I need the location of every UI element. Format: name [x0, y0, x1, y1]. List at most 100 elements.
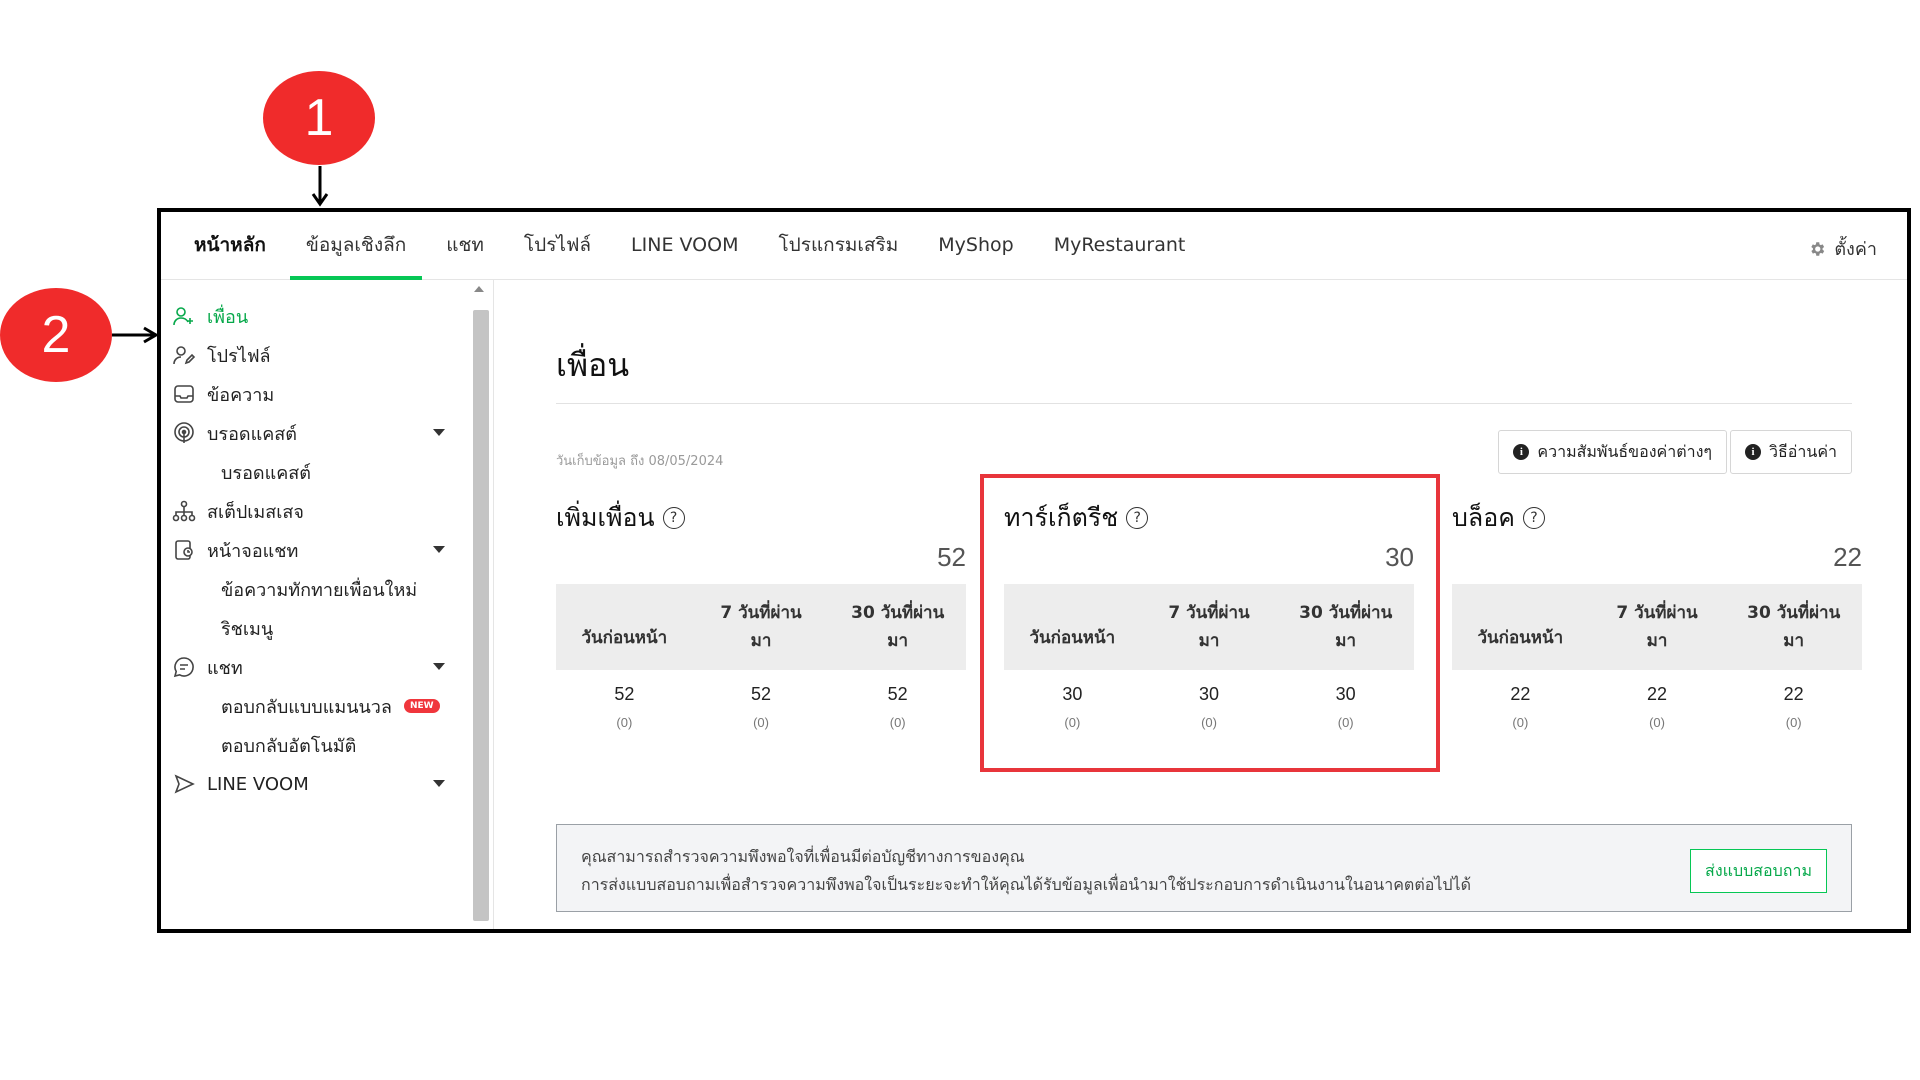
sidebar: เพื่อน โปรไฟล์ ข้อความ บรอดแคสต์ บรอดแคส… — [161, 280, 494, 929]
value-change: (0) — [1512, 715, 1529, 730]
header-line: มา — [750, 631, 772, 651]
chat-icon — [171, 654, 197, 680]
header-line: 7 วันที่ผ่าน — [720, 603, 802, 623]
survey-text: คุณสามารถสำรวจความพึงพอใจที่เพื่อนมีต่อบ… — [581, 843, 1471, 899]
sidebar-item-label: บรอดแคสต์ — [207, 423, 297, 445]
sidebar-item-label: ตอบกลับอัตโนมัติ — [221, 735, 357, 757]
tab-insights[interactable]: ข้อมูลเชิงลึก — [286, 212, 426, 280]
header-line: 7 วันที่ผ่าน — [1616, 603, 1698, 623]
tab-profile[interactable]: โปรไฟล์ — [504, 212, 611, 279]
send-survey-button[interactable]: ส่งแบบสอบถาม — [1690, 849, 1827, 893]
header-label: 7 วันที่ผ่าน มา — [1616, 599, 1697, 655]
header-30-days: 30 วันที่ผ่านมา — [829, 584, 966, 670]
value-number: 22 — [1646, 684, 1668, 704]
value-change: (0) — [616, 715, 633, 730]
target-reach-highlight-box — [980, 474, 1440, 772]
callout-number-1: 1 — [263, 71, 375, 165]
tab-home[interactable]: หน้าหลัก — [174, 212, 286, 279]
chat-screen-icon — [171, 537, 197, 563]
chevron-down-icon[interactable] — [433, 780, 445, 787]
header-7-days: 7 วันที่ผ่านมา — [693, 584, 830, 670]
sidebar-scrollbar[interactable] — [473, 310, 489, 921]
sidebar-item-messages[interactable]: ข้อความ — [171, 374, 453, 414]
tab-line-voom[interactable]: LINE VOOM — [611, 212, 758, 279]
sidebar-item-line-voom[interactable]: LINE VOOM — [171, 764, 453, 804]
sidebar-item-label: บรอดแคสต์ — [221, 462, 311, 484]
sidebar-subitem-auto-reply[interactable]: ตอบกลับอัตโนมัติ — [171, 725, 453, 765]
value-number: 52 — [887, 684, 908, 704]
callout-1-arrow — [311, 166, 329, 207]
chevron-down-icon[interactable] — [433, 546, 445, 553]
relation-button[interactable]: i ความสัมพันธ์ของค่าต่างๆ — [1498, 430, 1727, 474]
chevron-down-icon[interactable] — [433, 663, 445, 670]
sidebar-item-profile[interactable]: โปรไฟล์ — [171, 335, 453, 375]
sidebar-item-label: ข้อความทักทายเพื่อนใหม่ — [221, 579, 418, 601]
header-line: 30 วันที่ผ่าน — [851, 603, 945, 623]
survey-banner: คุณสามารถสำรวจความพึงพอใจที่เพื่อนมีต่อบ… — [556, 824, 1852, 912]
help-icon[interactable]: ? — [1522, 507, 1545, 529]
sidebar-item-chat-screen[interactable]: หน้าจอแชท — [171, 530, 453, 570]
page-title: เพื่อน — [556, 346, 630, 384]
how-to-read-button-label: วิธีอ่านค่า — [1769, 441, 1837, 461]
tab-myshop[interactable]: MyShop — [918, 212, 1033, 279]
sidebar-item-broadcast[interactable]: บรอดแคสต์ — [171, 413, 453, 453]
sidebar-item-label: ตอบกลับแบบแมนนวล — [221, 696, 392, 718]
header-line: มา — [887, 631, 909, 651]
stat-header-row: วันก่อนหน้า 7 วันที่ผ่านมา 30 วันที่ผ่าน… — [556, 584, 966, 670]
relation-button-label: ความสัมพันธ์ของค่าต่างๆ — [1537, 441, 1712, 461]
tab-chat[interactable]: แชท — [426, 212, 504, 279]
settings-button[interactable]: ตั้งค่า — [1808, 234, 1877, 263]
stat-total: 22 — [1833, 542, 1862, 572]
voom-icon — [171, 771, 197, 797]
sidebar-subitem-greeting[interactable]: ข้อความทักทายเพื่อนใหม่ — [171, 569, 453, 609]
sidebar-subitem-manual-reply[interactable]: ตอบกลับแบบแมนนวล NEW — [171, 686, 453, 726]
header-line: 30 วันที่ผ่าน — [1747, 603, 1841, 623]
value-change: (0) — [889, 715, 906, 730]
value-cell: 52 (0) — [693, 684, 830, 730]
header-line: มา — [1783, 631, 1805, 651]
sidebar-item-friends[interactable]: เพื่อน — [171, 296, 453, 336]
settings-label: ตั้งค่า — [1834, 239, 1877, 260]
gear-icon — [1811, 241, 1825, 256]
sidebar-item-label: แชท — [207, 657, 243, 679]
app-window: หน้าหลัก ข้อมูลเชิงลึก แชท โปรไฟล์ LINE … — [157, 208, 1911, 933]
scroll-up-arrow[interactable] — [474, 286, 484, 292]
stat-values-row: 22 (0) 22 (0) 22 (0) — [1452, 684, 1862, 730]
help-icon[interactable]: ? — [662, 507, 685, 529]
chevron-down-icon[interactable] — [433, 429, 445, 436]
header-label: 7 วันที่ผ่านมา — [720, 599, 801, 655]
stat-title: เพิ่มเพื่อน ? — [556, 498, 685, 538]
sidebar-item-step-message[interactable]: สเต็ปเมสเสจ — [171, 491, 453, 531]
value-number: 52 — [750, 684, 772, 704]
header-label: วันก่อนหน้า — [1477, 628, 1564, 648]
stat-blocked: บล็อค ? 22 วันก่อนหน้า 7 วันที่ผ่าน มา 30… — [1452, 498, 1862, 730]
stat-title-label: เพิ่มเพื่อน — [556, 503, 655, 532]
sidebar-item-label: ริชเมนู — [221, 618, 274, 640]
info-icon: i — [1513, 444, 1530, 460]
header-30-days: 30 วันที่ผ่านมา — [1725, 584, 1862, 670]
header-label: วันก่อนหน้า — [581, 628, 668, 648]
value-number: 52 — [614, 684, 635, 704]
inbox-icon — [171, 381, 197, 407]
value-cell: 52 (0) — [556, 684, 693, 730]
header-label: 30 วันที่ผ่านมา — [1747, 599, 1840, 655]
sidebar-subitem-broadcast[interactable]: บรอดแคสต์ — [171, 452, 453, 492]
value-change: (0) — [1785, 715, 1802, 730]
stat-add-friends: เพิ่มเพื่อน ? 52 วันก่อนหน้า 7 วันที่ผ่า… — [556, 498, 966, 730]
sidebar-item-chat[interactable]: แชท — [171, 647, 453, 687]
header-label: 30 วันที่ผ่านมา — [851, 599, 944, 655]
main-content: เพื่อน วันเก็บข้อมูล ถึง 08/05/2024 i คว… — [494, 280, 1907, 929]
tab-myrestaurant[interactable]: MyRestaurant — [1034, 212, 1206, 279]
new-badge: NEW — [403, 699, 440, 713]
value-cell: 22 (0) — [1725, 684, 1862, 730]
profile-icon — [171, 342, 197, 368]
callout-2-arrow — [112, 326, 159, 344]
stat-title: บล็อค ? — [1452, 498, 1545, 538]
info-icon: i — [1745, 444, 1762, 460]
value-cell: 22 (0) — [1452, 684, 1589, 730]
tab-extensions[interactable]: โปรแกรมเสริม — [758, 212, 918, 279]
data-date-note: วันเก็บข้อมูล ถึง 08/05/2024 — [556, 454, 724, 469]
value-cell: 52 (0) — [829, 684, 966, 730]
sidebar-subitem-rich-menu[interactable]: ริชเมนู — [171, 608, 453, 648]
how-to-read-button[interactable]: i วิธีอ่านค่า — [1730, 430, 1852, 474]
